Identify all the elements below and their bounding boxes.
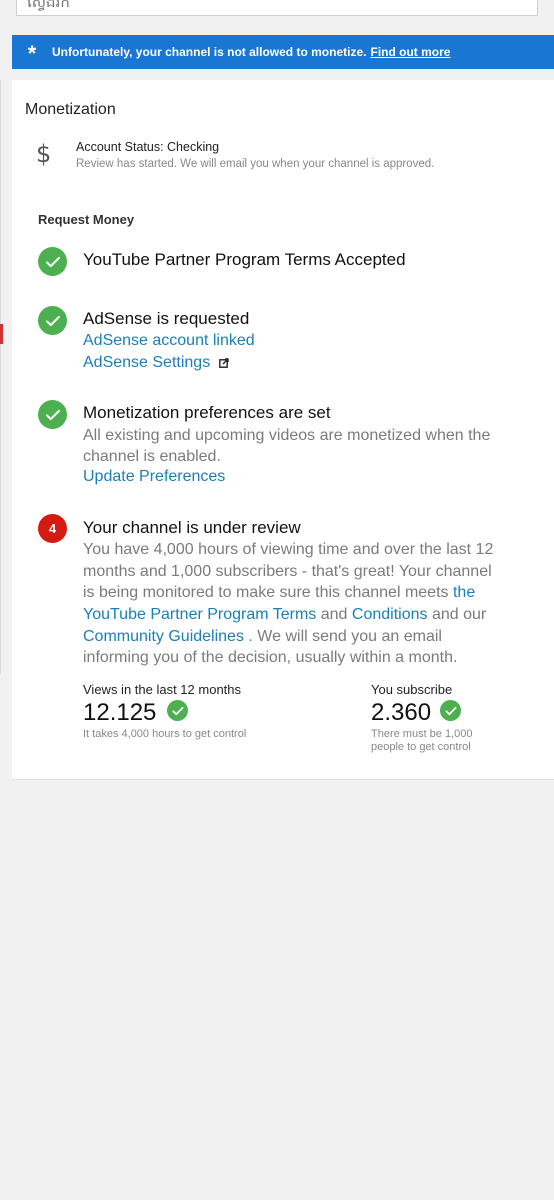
check-icon (38, 400, 67, 429)
review-text-line: You have 4,000 hours of viewing time and… (83, 541, 494, 558)
conditions-link[interactable]: Conditions (352, 606, 428, 623)
red-marker (0, 324, 3, 344)
check-icon (167, 700, 188, 721)
review-text: and our (431, 606, 487, 623)
step-preferences-title: Monetization preferences are set (83, 403, 331, 422)
subs-stat-value: 2.360 (371, 699, 432, 726)
dollar-icon: $ (36, 140, 52, 168)
adsense-settings-link[interactable]: AdSense Settings (83, 352, 523, 374)
search-strip: ស្វែងរក (0, 0, 554, 22)
views-stat-label: Views in the last 12 months (83, 682, 242, 697)
review-text-line: months and 1,000 subscribers - that's gr… (83, 563, 492, 580)
step-review-title: Your channel is under review (83, 518, 301, 537)
star-icon: * (27, 41, 37, 66)
step-number-badge: 4 (38, 514, 67, 543)
review-text-line: Community Guidelines . We will send you … (83, 626, 523, 648)
step-adsense-title: AdSense is requested (83, 309, 250, 328)
monetization-card: Monetization $ Account Status: Checking … (12, 80, 554, 780)
account-status: Account Status: Checking (76, 140, 220, 154)
check-icon (38, 247, 67, 276)
terms-link-start[interactable]: the (453, 584, 475, 601)
check-icon (440, 700, 461, 721)
banner-text: Unfortunately, your channel is not allow… (52, 45, 367, 59)
adsense-settings-label[interactable]: AdSense Settings (83, 354, 210, 371)
preferences-text-line: channel is enabled. (83, 448, 221, 465)
review-text-line: informing you of the decision, usually w… (83, 649, 458, 666)
card-title: Monetization (25, 101, 116, 118)
partner-program-terms-link[interactable]: YouTube Partner Program Terms (83, 606, 316, 623)
update-preferences-link[interactable]: Update Preferences (83, 466, 523, 488)
left-divider (0, 80, 1, 674)
community-guidelines-link[interactable]: Community Guidelines (83, 628, 244, 645)
preferences-text-line: All existing and upcoming videos are mon… (83, 427, 491, 444)
subs-stat-label: You subscribe (371, 682, 453, 697)
review-text: and (320, 606, 348, 623)
account-status-subtitle: Review has started. We will email you wh… (76, 158, 435, 170)
review-text-line: is being monitored to make sure this cha… (83, 582, 523, 604)
find-out-more-link[interactable]: Find out more (370, 45, 450, 59)
review-text: . We will send you an email (248, 628, 442, 645)
review-text: is being monitored to make sure this cha… (83, 584, 449, 601)
section-title: Request Money (38, 212, 135, 227)
search-input[interactable]: ស្វែងរក (16, 0, 538, 16)
adsense-account-link[interactable]: AdSense account linked (83, 330, 523, 352)
subs-stat-note: people to get control (371, 741, 471, 753)
subs-stat-note: There must be 1,000 (371, 728, 473, 740)
review-text-line: YouTube Partner Program Terms and Condit… (83, 604, 523, 626)
external-link-icon (218, 358, 229, 368)
step-terms-title: YouTube Partner Program Terms Accepted (83, 250, 406, 269)
views-stat-note: It takes 4,000 hours to get control (83, 728, 247, 740)
monetization-banner: * Unfortunately, your channel is not all… (12, 35, 554, 69)
views-stat-value: 12.125 (83, 699, 157, 726)
check-icon (38, 306, 67, 335)
